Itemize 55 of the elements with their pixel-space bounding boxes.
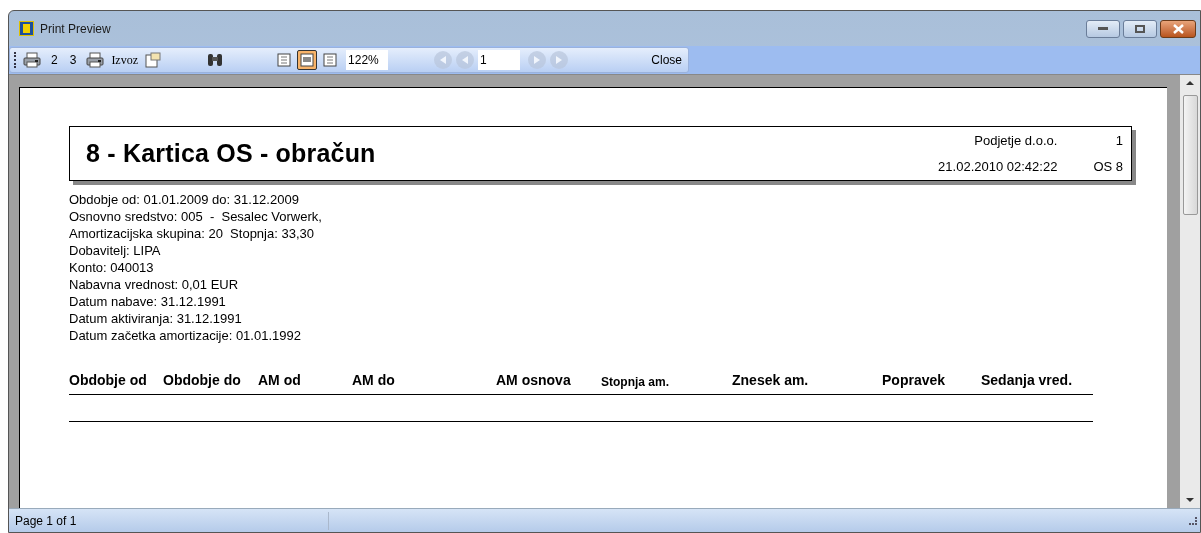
info-line: Osnovno sredstvo: 005 - Sesalec Vorwerk, — [69, 208, 323, 225]
vertical-scrollbar[interactable] — [1180, 75, 1200, 508]
page-icon — [277, 53, 292, 67]
page-icon — [300, 53, 315, 67]
info-line: Amortizacijska skupina: 20 Stopnja: 33,30 — [69, 225, 315, 242]
maximize-button[interactable] — [1123, 19, 1157, 38]
column-header: Sedanja vred. — [981, 371, 1074, 390]
scrollbar-thumb[interactable] — [1182, 95, 1198, 215]
minimize-button[interactable] — [1086, 19, 1120, 38]
column-header: Stopnja am. — [601, 374, 670, 391]
search-button[interactable] — [206, 52, 225, 68]
info-line: Obdobje od: 01.01.2009 do: 31.12.2009 — [69, 191, 300, 208]
column-header: AM do — [352, 371, 396, 390]
print-option-button[interactable]: 3 — [66, 51, 80, 69]
quick-print-button[interactable] — [85, 52, 106, 68]
scroll-up-icon — [1186, 81, 1194, 85]
print-button[interactable] — [22, 52, 42, 68]
export-file-button[interactable] — [144, 52, 163, 68]
report-datetime: 21.02.2010 02:42:22 — [938, 158, 1058, 176]
close-button[interactable]: Close — [651, 51, 682, 69]
report-code: OS 8 — [1093, 158, 1123, 176]
close-window-button[interactable] — [1160, 19, 1196, 38]
app-icon — [19, 21, 34, 36]
column-header: AM osnova — [496, 371, 572, 390]
company-name: Podjetje d.o.o. — [973, 131, 1058, 150]
zoom-field[interactable]: 122% — [346, 50, 389, 70]
report-title: 8 - Kartica OS - obračun — [86, 138, 376, 170]
document-icon — [144, 52, 163, 68]
left-arrow-icon — [438, 55, 449, 65]
column-header: Obdobje od — [69, 371, 148, 390]
window-title: Print Preview — [40, 20, 111, 38]
print-option-button[interactable]: 2 — [48, 51, 61, 69]
page-number-field[interactable]: 1 — [478, 50, 521, 70]
info-line: Dobavitelj: LIPA — [69, 242, 162, 259]
binoculars-icon — [206, 52, 225, 68]
status-text: Page 1 of 1 — [9, 511, 329, 530]
info-line: Datum aktiviranja: 31.12.1991 — [69, 310, 243, 327]
column-header: Obdobje do — [163, 371, 242, 390]
column-header: AM od — [258, 371, 302, 390]
column-header: Popravek — [882, 371, 947, 390]
page-number: 1 — [1114, 131, 1123, 150]
left-arrow-icon — [460, 55, 471, 65]
close-icon — [1172, 23, 1184, 34]
info-line: Datum nabave: 31.12.1991 — [69, 293, 227, 310]
info-line: Nabavna vrednost: 0,01 EUR — [69, 276, 240, 293]
scroll-down-icon — [1186, 498, 1194, 502]
export-button[interactable]: Izvoz — [111, 51, 139, 69]
printer-icon — [86, 52, 105, 68]
info-line: Konto: 040013 — [69, 259, 155, 276]
page-icon — [323, 53, 338, 67]
resize-grip-icon — [1189, 516, 1197, 525]
two-page-button[interactable] — [297, 50, 318, 70]
info-line: Datum začetka amortizacije: 01.01.1992 — [69, 327, 302, 344]
column-header: Znesek am. — [732, 371, 810, 390]
printer-icon — [23, 52, 41, 68]
